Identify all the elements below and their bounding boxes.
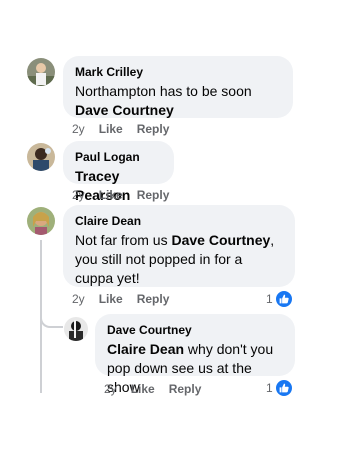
like-button[interactable]: Like: [131, 382, 155, 396]
avatar[interactable]: [27, 207, 55, 235]
mention-link[interactable]: Claire Dean: [107, 341, 184, 357]
reaction-count: 1: [266, 292, 273, 306]
comment-bubble: Paul Logan Tracey Pearson: [63, 141, 174, 203]
comment-age[interactable]: 2y: [72, 122, 85, 136]
comment-author[interactable]: Mark Crilley: [75, 64, 281, 80]
comment-actions: 2y Like Reply: [72, 291, 183, 307]
reply-connector: [40, 303, 63, 328]
reply-actions: 2y Like Reply: [104, 381, 215, 397]
comment-age[interactable]: 2y: [72, 188, 85, 202]
thumbs-up-icon: [274, 290, 293, 308]
comment-author[interactable]: Paul Logan: [75, 149, 162, 165]
like-button[interactable]: Like: [99, 122, 123, 136]
like-button[interactable]: Like: [99, 188, 123, 202]
reply-button[interactable]: Reply: [137, 188, 170, 202]
reply-bubble: Dave Courtney Claire Dean why don't you …: [95, 314, 295, 395]
reply-button[interactable]: Reply: [137, 292, 170, 306]
reply-button[interactable]: Reply: [137, 122, 170, 136]
comment-text: Not far from us Dave Courtney, you still…: [75, 232, 275, 286]
thumbs-up-icon: [274, 379, 293, 397]
reply-age[interactable]: 2y: [104, 382, 117, 396]
comment-bubble: Mark Crilley Northampton has to be soon …: [63, 56, 293, 118]
reaction-summary[interactable]: 1: [266, 379, 293, 397]
comment-text: Northampton has to be soon Dave Courtney: [75, 83, 252, 118]
reply-button[interactable]: Reply: [169, 382, 202, 396]
reply-author[interactable]: Dave Courtney: [107, 322, 283, 338]
mention-link[interactable]: Dave Courtney: [75, 102, 174, 118]
avatar[interactable]: [27, 58, 55, 86]
comment-actions: 2y Like Reply: [72, 187, 183, 203]
comment-actions: 2y Like Reply: [72, 121, 183, 137]
comment-bubble: Claire Dean Not far from us Dave Courtne…: [63, 205, 295, 287]
comment-author[interactable]: Claire Dean: [75, 213, 283, 229]
reaction-summary[interactable]: 1: [266, 290, 293, 308]
reaction-count: 1: [266, 381, 273, 395]
comment-age[interactable]: 2y: [72, 292, 85, 306]
avatar[interactable]: [64, 317, 88, 341]
like-button[interactable]: Like: [99, 292, 123, 306]
mention-link[interactable]: Dave Courtney: [171, 232, 270, 248]
avatar[interactable]: [27, 143, 55, 171]
